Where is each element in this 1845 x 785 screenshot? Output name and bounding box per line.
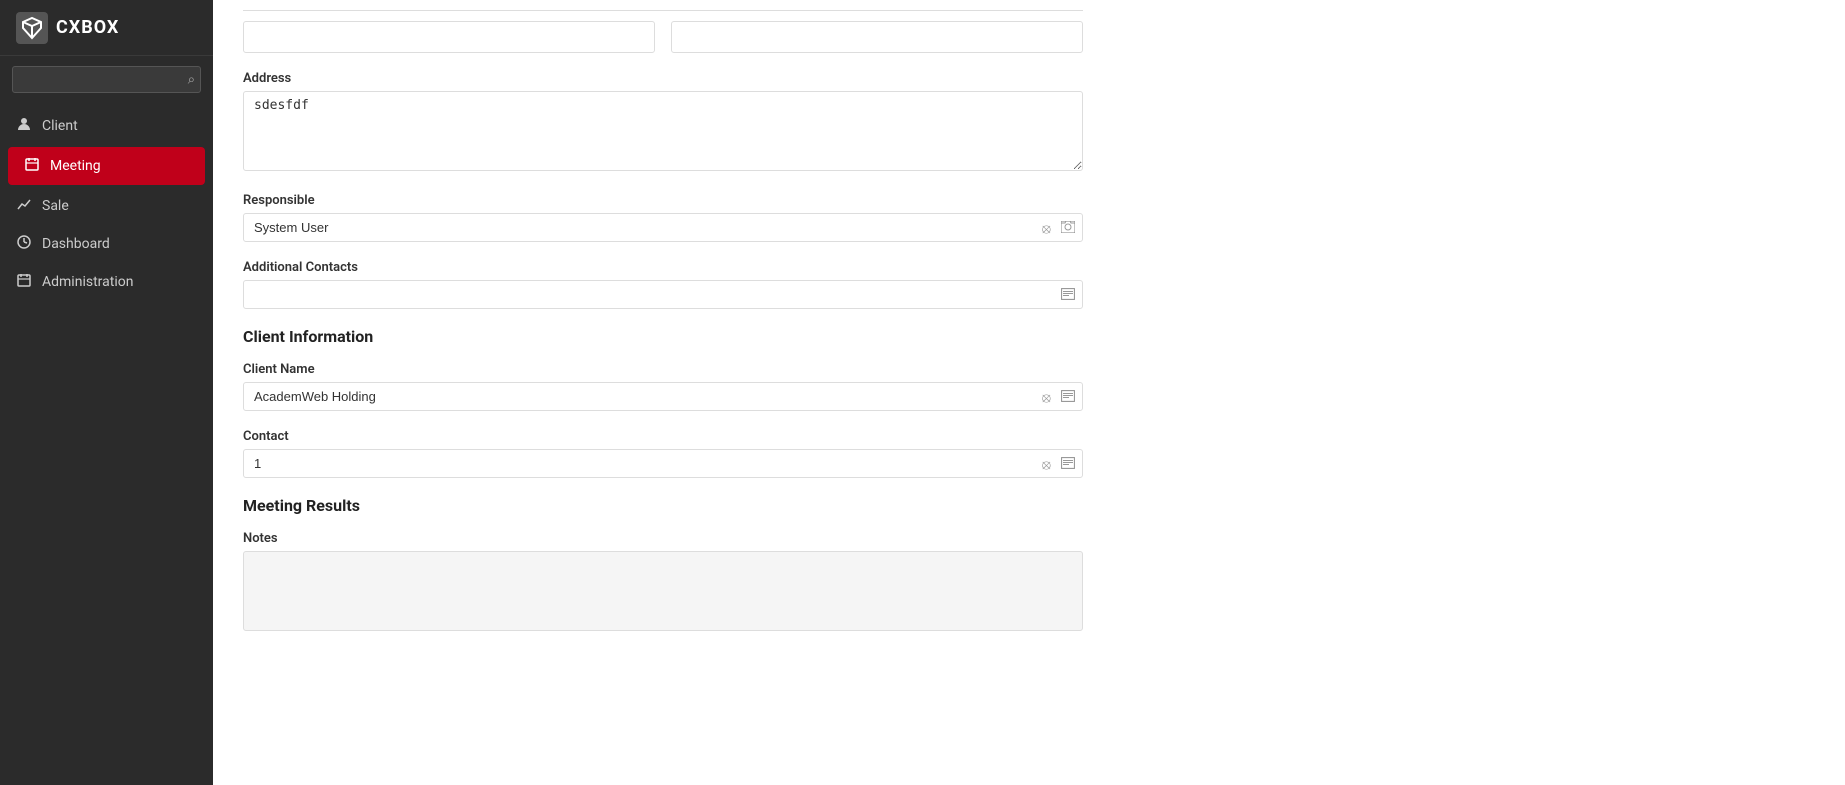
sidebar: CXBOX ⌕ Client Meeting Sale	[0, 0, 213, 785]
top-partial-row	[243, 10, 1083, 53]
sidebar-item-client-label: Client	[42, 118, 78, 134]
address-label: Address	[243, 71, 1083, 86]
sidebar-item-sale[interactable]: Sale	[0, 187, 213, 225]
responsible-group: Responsible ⦻	[243, 193, 1083, 242]
form-area: Address Responsible ⦻ Additional Contact…	[213, 0, 1113, 679]
partial-field-left	[243, 21, 655, 53]
additional-contacts-input-wrap	[243, 280, 1083, 309]
additional-contacts-input[interactable]	[243, 280, 1083, 309]
responsible-label: Responsible	[243, 193, 1083, 208]
client-name-group: Client Name ⦻	[243, 362, 1083, 411]
responsible-clear-button[interactable]: ⦻	[1040, 219, 1053, 237]
notes-group: Notes	[243, 531, 1083, 631]
search-input[interactable]	[12, 66, 201, 93]
calendar-icon	[24, 157, 40, 175]
contact-input[interactable]	[243, 449, 1083, 478]
main-content: Address Responsible ⦻ Additional Contact…	[213, 0, 1845, 785]
sidebar-item-administration[interactable]: Administration	[0, 263, 213, 301]
responsible-actions: ⦻	[1040, 219, 1077, 237]
sidebar-nav: Client Meeting Sale Dashboard Administra…	[0, 103, 213, 305]
admin-icon	[16, 273, 32, 291]
additional-contacts-group: Additional Contacts	[243, 260, 1083, 309]
responsible-input-wrap: ⦻	[243, 213, 1083, 242]
chart-icon	[16, 197, 32, 215]
responsible-browse-button[interactable]	[1059, 219, 1077, 237]
dashboard-icon	[16, 235, 32, 253]
client-name-input-wrap: ⦻	[243, 382, 1083, 411]
contact-input-wrap: ⦻	[243, 449, 1083, 478]
logo-icon	[16, 12, 48, 44]
additional-contacts-label: Additional Contacts	[243, 260, 1083, 275]
notes-area[interactable]	[243, 551, 1083, 631]
partial-field-right	[671, 21, 1083, 53]
address-input[interactable]	[243, 91, 1083, 171]
sidebar-item-sale-label: Sale	[42, 198, 69, 214]
sidebar-item-dashboard-label: Dashboard	[42, 236, 110, 252]
sidebar-item-meeting-label: Meeting	[50, 158, 101, 174]
sidebar-item-administration-label: Administration	[42, 274, 133, 290]
additional-contacts-actions	[1059, 286, 1077, 304]
search-container: ⌕	[0, 56, 213, 103]
client-information-title: Client Information	[243, 327, 1083, 346]
responsible-input[interactable]	[243, 213, 1083, 242]
client-name-label: Client Name	[243, 362, 1083, 377]
contact-actions: ⦻	[1040, 455, 1077, 473]
contact-label: Contact	[243, 429, 1083, 444]
logo: CXBOX	[0, 0, 213, 56]
sidebar-item-dashboard[interactable]: Dashboard	[0, 225, 213, 263]
contact-browse-button[interactable]	[1059, 455, 1077, 473]
client-name-input[interactable]	[243, 382, 1083, 411]
contact-group: Contact ⦻	[243, 429, 1083, 478]
meeting-results-title: Meeting Results	[243, 496, 1083, 515]
contact-clear-button[interactable]: ⦻	[1040, 455, 1053, 473]
client-name-browse-button[interactable]	[1059, 388, 1077, 406]
search-icon: ⌕	[188, 72, 195, 87]
logo-text: CXBOX	[56, 17, 119, 38]
client-name-clear-button[interactable]: ⦻	[1040, 388, 1053, 406]
client-name-actions: ⦻	[1040, 388, 1077, 406]
notes-label: Notes	[243, 531, 1083, 546]
additional-contacts-browse-button[interactable]	[1059, 286, 1077, 304]
sidebar-item-meeting[interactable]: Meeting	[8, 147, 205, 185]
user-icon	[16, 117, 32, 135]
sidebar-item-client[interactable]: Client	[0, 107, 213, 145]
address-group: Address	[243, 71, 1083, 175]
